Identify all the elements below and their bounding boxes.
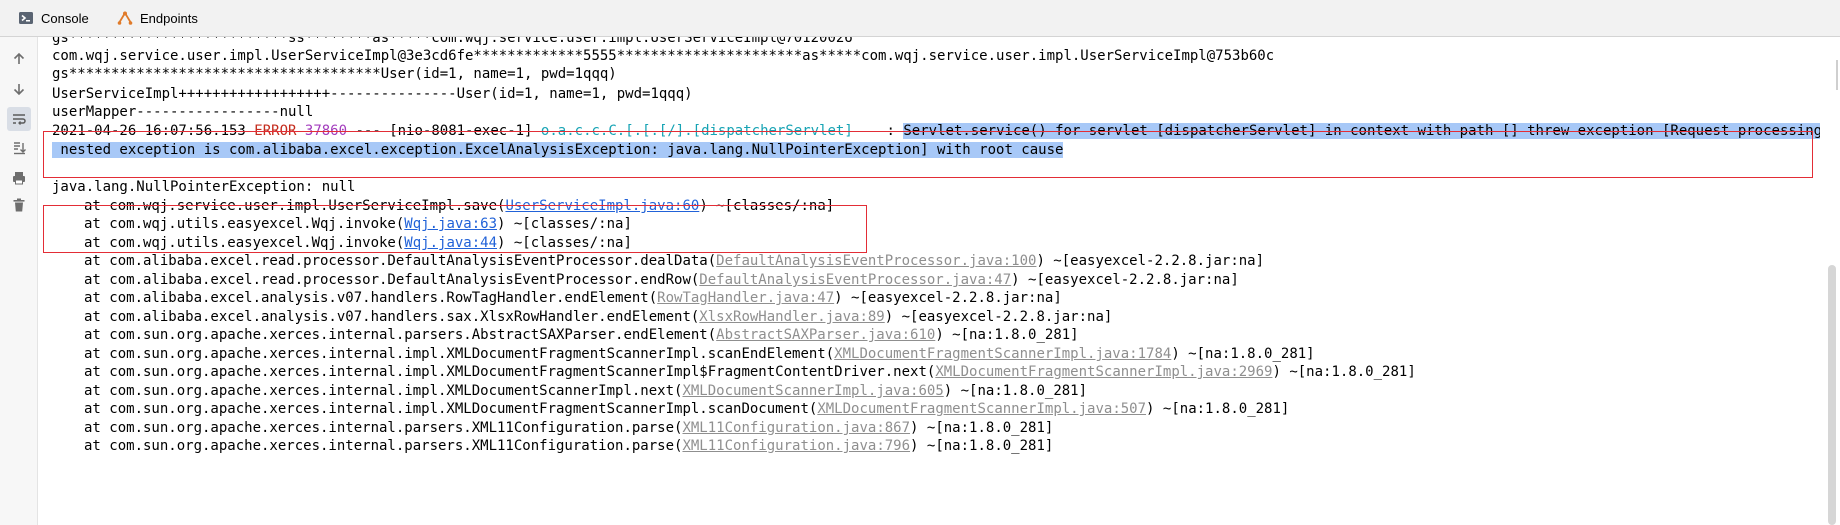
soft-wrap-icon[interactable] xyxy=(7,107,31,131)
scrollbar-thumb[interactable] xyxy=(1828,265,1836,525)
highlight-box-exception xyxy=(43,205,867,253)
trash-icon[interactable] xyxy=(7,193,31,217)
endpoints-icon xyxy=(117,10,133,26)
tool-window-tabbar: Console Endpoints xyxy=(0,0,1840,37)
source-link[interactable]: RowTagHandler.java:47 xyxy=(657,290,834,306)
scrollbar-marker xyxy=(1836,60,1838,90)
log-line: gs*************************************U… xyxy=(52,66,617,82)
source-link[interactable]: DefaultAnalysisEventProcessor.java:100 xyxy=(716,253,1036,269)
tab-endpoints[interactable]: Endpoints xyxy=(117,0,198,36)
source-link[interactable]: XMLDocumentFragmentScannerImpl.java:1784 xyxy=(834,346,1171,362)
source-link[interactable]: XMLDocumentScannerImpl.java:605 xyxy=(682,383,943,399)
source-link[interactable]: DefaultAnalysisEventProcessor.java:47 xyxy=(699,272,1011,288)
tab-console[interactable]: Console xyxy=(18,0,89,36)
tab-console-label: Console xyxy=(41,10,89,26)
console-icon xyxy=(18,10,34,26)
tab-endpoints-label: Endpoints xyxy=(140,10,198,26)
source-link[interactable]: XMLDocumentFragmentScannerImpl.java:507 xyxy=(817,401,1146,417)
source-link[interactable]: XlsxRowHandler.java:89 xyxy=(699,309,884,325)
print-icon[interactable] xyxy=(7,166,31,190)
arrow-down-icon[interactable] xyxy=(7,77,31,101)
source-link[interactable]: XML11Configuration.java:796 xyxy=(682,438,910,454)
console-output[interactable]: gs**************************ss********as… xyxy=(38,37,1820,525)
source-link[interactable]: XML11Configuration.java:867 xyxy=(682,420,910,436)
scroll-to-end-icon[interactable] xyxy=(7,136,31,160)
source-link[interactable]: AbstractSAXParser.java:610 xyxy=(716,327,935,343)
console-toolbar xyxy=(0,37,38,525)
highlight-box-error-message xyxy=(43,131,1813,178)
arrow-up-icon[interactable] xyxy=(7,47,31,71)
stack-frame: at com.sun.org.apache.xerces.internal.pa… xyxy=(84,438,1054,454)
source-link[interactable]: XMLDocumentFragmentScannerImpl.java:2969 xyxy=(935,364,1272,380)
